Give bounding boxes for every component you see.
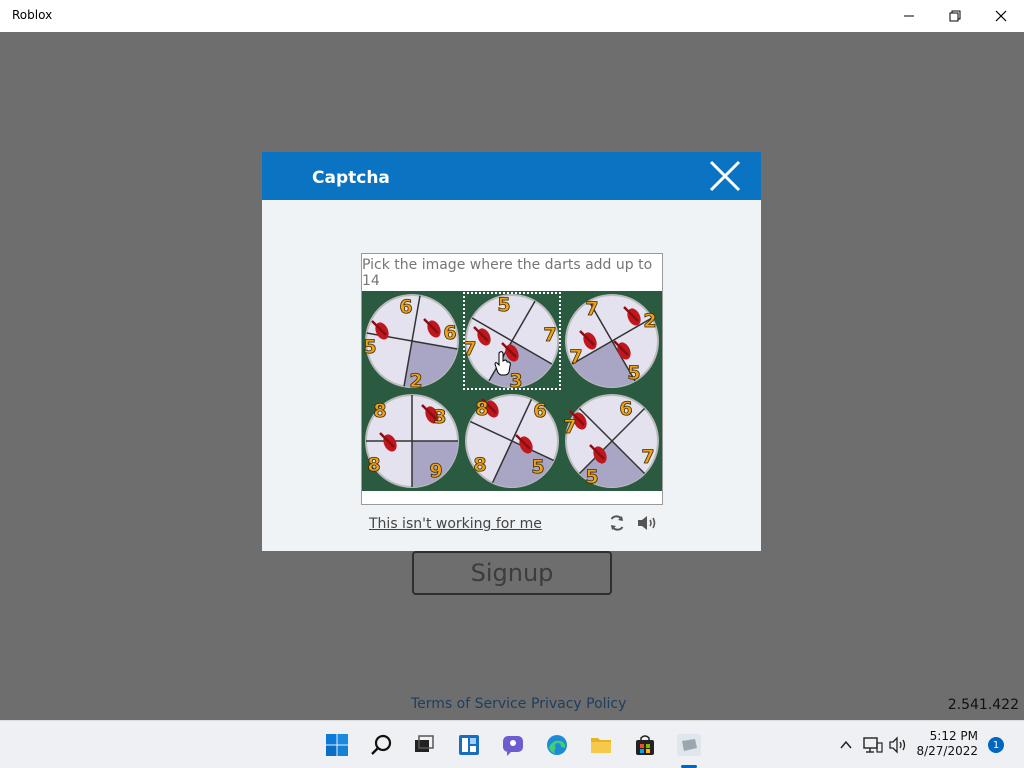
dart-score-label: 2 xyxy=(643,310,656,332)
captcha-title: Captcha xyxy=(312,168,390,188)
dart-score-label: 8 xyxy=(373,400,386,422)
hand-cursor-icon xyxy=(494,351,511,376)
dart-score-label: 8 xyxy=(475,398,488,420)
clock-time: 5:12 PM xyxy=(929,729,978,743)
system-clock[interactable]: 5:12 PM 8/27/2022 xyxy=(916,729,978,759)
dartboard-icon: 8 6 8 5 xyxy=(465,394,559,488)
dart-score-label: 5 xyxy=(363,336,376,358)
dart-score-label: 2 xyxy=(409,370,422,391)
minimize-icon xyxy=(904,15,914,17)
captcha-tile[interactable]: 5773 xyxy=(462,291,562,391)
privacy-policy-link[interactable]: Privacy Policy xyxy=(531,696,626,712)
dart-score-label: 7 xyxy=(569,346,582,368)
restore-button[interactable] xyxy=(932,0,978,32)
captcha-tile[interactable]: 7 2 7 5 xyxy=(562,291,662,391)
dartboard-icon: 6 7 7 5 xyxy=(563,394,659,488)
dart-score-label: 5 xyxy=(531,456,544,478)
minimize-button[interactable] xyxy=(886,0,932,32)
chat-icon[interactable] xyxy=(499,731,527,759)
dart-score-label: 9 xyxy=(429,460,442,482)
restore-icon xyxy=(949,10,961,22)
dart-score-label: 5 xyxy=(497,294,510,316)
network-icon[interactable] xyxy=(863,735,883,755)
dart-score-label: 6 xyxy=(619,398,632,420)
dart-score-label: 6 xyxy=(443,322,456,344)
dartboard-icon: 5773 xyxy=(463,294,559,391)
captcha-tile[interactable]: 8 3 8 9 xyxy=(362,391,462,491)
captcha-tile[interactable]: 8 6 8 5 xyxy=(462,391,562,491)
audio-icon[interactable] xyxy=(636,514,658,532)
dart-score-label: 8 xyxy=(367,454,380,476)
dart-score-label: 5 xyxy=(585,466,598,488)
window-titlebar: Roblox xyxy=(0,0,1024,32)
dart-score-label: 7 xyxy=(463,338,476,360)
not-working-link[interactable]: This isn't working for me xyxy=(369,516,542,532)
close-window-button[interactable] xyxy=(978,0,1024,32)
dart-score-label: 8 xyxy=(473,454,486,476)
captcha-tile-grid: 665257737275838986856775 xyxy=(362,291,662,491)
captcha-tile[interactable]: 6 7 7 5 xyxy=(562,391,662,491)
dart-icon xyxy=(473,326,491,346)
captcha-prompt: Pick the image where the darts add up to… xyxy=(362,256,653,289)
dart-score-label: 6 xyxy=(399,296,412,318)
version-label: 2.541.422 xyxy=(947,697,1019,713)
dart-score-label: 7 xyxy=(563,416,576,438)
refresh-icon[interactable] xyxy=(608,514,626,532)
store-icon[interactable] xyxy=(631,731,659,759)
captcha-tile[interactable]: 6 6 5 2 xyxy=(362,291,462,391)
dart-score-label: 5 xyxy=(627,362,640,384)
volume-icon[interactable] xyxy=(888,735,908,755)
dartboard-icon: 8 3 8 9 xyxy=(365,394,459,488)
dartboard-icon: 6 6 5 2 xyxy=(363,294,459,391)
notification-badge[interactable]: 1 xyxy=(988,737,1004,753)
task-view-icon[interactable] xyxy=(410,731,438,759)
signup-button[interactable]: Signup xyxy=(412,551,612,595)
dart-score-label: 6 xyxy=(533,400,546,422)
captcha-close-icon[interactable] xyxy=(708,159,742,193)
file-explorer-icon[interactable] xyxy=(587,731,615,759)
chevron-up-icon[interactable] xyxy=(836,735,856,755)
clock-date: 8/27/2022 xyxy=(916,744,978,758)
taskbar: 5:12 PM 8/27/2022 1 xyxy=(0,720,1024,768)
roblox-icon[interactable] xyxy=(675,731,703,759)
window-title: Roblox xyxy=(12,8,53,22)
dart-score-label: 7 xyxy=(585,298,598,320)
widgets-icon[interactable] xyxy=(455,731,483,759)
windows-start-icon[interactable] xyxy=(323,731,351,759)
edge-icon[interactable] xyxy=(543,731,571,759)
dartboard-icon: 7 2 7 5 xyxy=(565,294,659,388)
captcha-challenge: Pick the image where the darts add up to… xyxy=(361,253,663,505)
terms-of-service-link[interactable]: Terms of Service xyxy=(411,696,526,712)
captcha-header: Captcha xyxy=(262,152,761,200)
search-icon[interactable] xyxy=(367,731,395,759)
close-icon xyxy=(995,10,1007,22)
dart-score-label: 3 xyxy=(433,406,446,428)
dart-score-label: 7 xyxy=(543,324,556,346)
dart-score-label: 7 xyxy=(641,446,654,468)
